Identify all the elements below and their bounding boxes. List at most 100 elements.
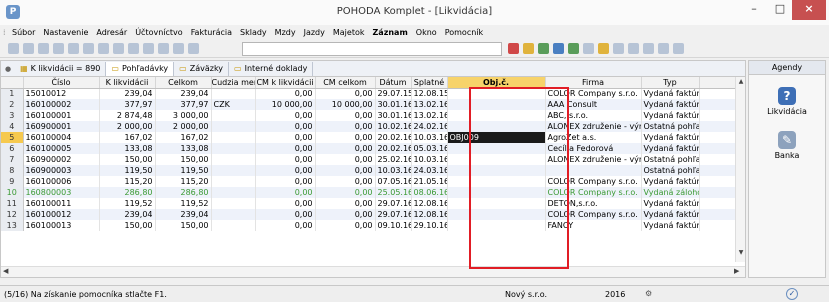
table-row[interactable]: 9 160100006 115,20 115,20 0,00 0,00 07.05.16 21… bbox=[1, 176, 736, 187]
cell-celkom[interactable]: 150,00 bbox=[155, 220, 212, 231]
cell-klik[interactable]: 239,04 bbox=[99, 88, 156, 99]
cell-obj[interactable] bbox=[447, 99, 546, 110]
cell-cislo[interactable]: 160100013 bbox=[23, 220, 100, 231]
filter-clear-icon[interactable] bbox=[508, 43, 519, 54]
cell-cmcelkom[interactable]: 0,00 bbox=[315, 165, 376, 176]
table-row[interactable]: 6 160100005 133,08 133,08 0,00 0,00 20.02.16 05… bbox=[1, 143, 736, 154]
tools-icon[interactable] bbox=[538, 43, 549, 54]
nav-icon[interactable] bbox=[53, 43, 64, 54]
column-header[interactable] bbox=[1, 77, 24, 89]
cell-cislo[interactable]: 160900001 bbox=[23, 121, 100, 132]
cell-cmklik[interactable]: 0,00 bbox=[255, 121, 316, 132]
cell-cm[interactable] bbox=[211, 154, 256, 165]
close-button[interactable]: × bbox=[792, 0, 826, 20]
cell-klik[interactable]: 150,00 bbox=[99, 154, 156, 165]
cell-cmklik[interactable]: 0,00 bbox=[255, 198, 316, 209]
menu-item[interactable]: Záznam bbox=[373, 28, 408, 37]
save-icon[interactable] bbox=[158, 43, 169, 54]
table-row[interactable]: 4 160900001 2 000,00 2 000,00 0,00 0,00 10.02.… bbox=[1, 121, 736, 132]
cell-n[interactable]: 3 bbox=[1, 110, 24, 121]
table-row[interactable]: 13 160100013 150,00 150,00 0,00 0,00 09.10.16 2… bbox=[1, 220, 736, 231]
column-header[interactable]: Cudzia mena bbox=[211, 77, 256, 89]
cell-klik[interactable]: 239,04 bbox=[99, 209, 156, 220]
column-header[interactable]: CM celkom bbox=[315, 77, 376, 89]
cell-klik[interactable]: 377,97 bbox=[99, 99, 156, 110]
cell-datum[interactable]: 20.02.16 bbox=[375, 143, 412, 154]
cell-splatne[interactable]: 13.02.16 bbox=[411, 99, 448, 110]
cell-n[interactable]: 1 bbox=[1, 88, 24, 99]
cell-celkom[interactable]: 150,00 bbox=[155, 154, 212, 165]
cell-splatne[interactable]: 24.02.16 bbox=[411, 121, 448, 132]
tab-1[interactable]: ▭ Pohľadávky bbox=[106, 61, 175, 76]
tab-2[interactable]: ▭ Záväzky bbox=[174, 61, 230, 76]
cell-cmcelkom[interactable]: 0,00 bbox=[315, 198, 376, 209]
cell-cmcelkom[interactable]: 0,00 bbox=[315, 88, 376, 99]
cell-firma[interactable]: DETON,s.r.o. bbox=[545, 198, 642, 209]
cell-n[interactable]: 5 bbox=[1, 132, 24, 143]
cell-datum[interactable]: 30.01.16 bbox=[375, 99, 412, 110]
cell-cmklik[interactable]: 0,00 bbox=[255, 154, 316, 165]
column-header[interactable]: Celkom bbox=[155, 77, 212, 89]
agenda-item-likvidacia[interactable]: ? Likvidácia bbox=[749, 87, 825, 116]
vertical-scrollbar[interactable]: ▲ ▼ bbox=[735, 77, 745, 262]
cell-obj[interactable]: OBJ009 bbox=[447, 132, 546, 143]
table-row[interactable]: 10 160800003 286,80 286,80 0,00 0,00 25.05.16 0… bbox=[1, 187, 736, 198]
cell-celkom[interactable]: 119,52 bbox=[155, 198, 212, 209]
cell-cm[interactable] bbox=[211, 209, 256, 220]
cell-celkom[interactable]: 115,20 bbox=[155, 176, 212, 187]
cell-klik[interactable]: 150,00 bbox=[99, 220, 156, 231]
cell-firma[interactable] bbox=[545, 165, 642, 176]
cell-cm[interactable] bbox=[211, 198, 256, 209]
cell-splatne[interactable]: 10.03.16 bbox=[411, 132, 448, 143]
cell-typ[interactable]: Vydaná faktúra bbox=[641, 110, 700, 121]
cell-cislo[interactable]: 160800003 bbox=[23, 187, 100, 198]
cell-cmklik[interactable]: 0,00 bbox=[255, 88, 316, 99]
menu-item[interactable]: Adresár bbox=[96, 28, 127, 37]
cell-typ[interactable]: Vydaná faktúra bbox=[641, 176, 700, 187]
cell-cm[interactable] bbox=[211, 143, 256, 154]
agenda-item-banka[interactable]: ✎ Banka bbox=[749, 131, 825, 160]
cell-cislo[interactable]: 160100011 bbox=[23, 198, 100, 209]
cell-cmcelkom[interactable]: 10 000,00 bbox=[315, 99, 376, 110]
cell-typ[interactable]: Vydaná faktúra bbox=[641, 132, 700, 143]
cell-firma[interactable]: ALONEX združenie - výr bbox=[545, 121, 642, 132]
cell-splatne[interactable]: 24.03.16 bbox=[411, 165, 448, 176]
cell-typ[interactable]: Ostatná pohľadá bbox=[641, 165, 700, 176]
column-header[interactable]: K likvidácii bbox=[99, 77, 156, 89]
cell-datum[interactable]: 20.02.16 bbox=[375, 132, 412, 143]
cell-cmklik[interactable]: 0,00 bbox=[255, 110, 316, 121]
cell-cmklik[interactable]: 0,00 bbox=[255, 165, 316, 176]
menu-item[interactable]: Účtovníctvo bbox=[135, 28, 182, 37]
nav-icon[interactable] bbox=[23, 43, 34, 54]
cell-cmklik[interactable]: 0,00 bbox=[255, 209, 316, 220]
cell-typ[interactable]: Ostatná pohľadá bbox=[641, 154, 700, 165]
cell-n[interactable]: 2 bbox=[1, 99, 24, 110]
cell-cislo[interactable]: 15010012 bbox=[23, 88, 100, 99]
cell-cmcelkom[interactable]: 0,00 bbox=[315, 209, 376, 220]
status-year[interactable]: 2016 bbox=[605, 290, 625, 299]
table-row[interactable]: 8 160900003 119,50 119,50 0,00 0,00 10.03.16 24… bbox=[1, 165, 736, 176]
horizontal-scrollbar[interactable]: ◀ ▶ bbox=[1, 266, 745, 277]
cell-cm[interactable] bbox=[211, 176, 256, 187]
cell-firma[interactable]: COLOR Company s.r.o. bbox=[545, 209, 642, 220]
cell-n[interactable]: 7 bbox=[1, 154, 24, 165]
cell-datum[interactable]: 07.05.16 bbox=[375, 176, 412, 187]
menu-item[interactable]: Nastavenie bbox=[43, 28, 88, 37]
cell-cislo[interactable]: 160100004 bbox=[23, 132, 100, 143]
calendar-icon[interactable] bbox=[553, 43, 564, 54]
help-icon[interactable] bbox=[673, 43, 684, 54]
column-header[interactable]: Splatné bbox=[411, 77, 448, 89]
cell-cmcelkom[interactable]: 0,00 bbox=[315, 154, 376, 165]
cell-klik[interactable]: 119,52 bbox=[99, 198, 156, 209]
cell-n[interactable]: 8 bbox=[1, 165, 24, 176]
cell-obj[interactable] bbox=[447, 209, 546, 220]
scroll-up-icon[interactable]: ▲ bbox=[736, 78, 746, 85]
menu-item[interactable]: Okno bbox=[416, 28, 437, 37]
cell-klik[interactable]: 119,50 bbox=[99, 165, 156, 176]
table-row[interactable]: 7 160900002 150,00 150,00 0,00 0,00 25.02.16 10… bbox=[1, 154, 736, 165]
cell-datum[interactable]: 29.07.16 bbox=[375, 198, 412, 209]
cell-cm[interactable] bbox=[211, 88, 256, 99]
cell-celkom[interactable]: 167,02 bbox=[155, 132, 212, 143]
cell-celkom[interactable]: 239,04 bbox=[155, 209, 212, 220]
cell-splatne[interactable]: 10.03.16 bbox=[411, 154, 448, 165]
